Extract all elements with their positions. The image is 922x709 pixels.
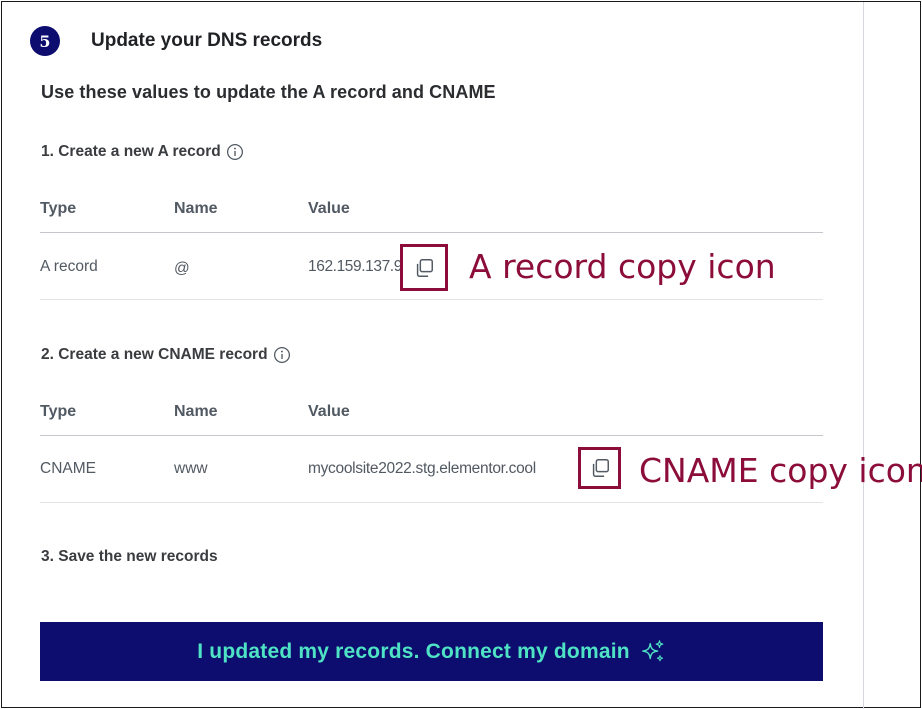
cname-row-divider — [40, 502, 823, 503]
a-record-section-label: 1. Create a new A record — [41, 143, 244, 161]
a-row-value: 162.159.137.9 — [308, 258, 402, 275]
cname-col-name: Name — [174, 403, 218, 420]
a-row-type: A record — [40, 258, 98, 275]
save-records-label: 3. Save the new records — [41, 548, 218, 565]
info-icon[interactable] — [273, 346, 291, 364]
copy-icon — [592, 459, 609, 477]
step-header: 5 Update your DNS records — [30, 26, 322, 56]
a-col-name: Name — [174, 200, 218, 217]
a-record-section-title: 1. Create a new A record — [41, 143, 221, 160]
cname-annotation: CNAME copy icon — [639, 451, 922, 490]
cname-row-name: www — [174, 460, 208, 477]
a-record-annotation: A record copy icon — [469, 247, 776, 286]
step-number-badge: 5 — [30, 26, 60, 56]
connect-domain-button[interactable]: I updated my records. Connect my domain — [40, 622, 823, 681]
cname-row-value: mycoolsite2022.stg.elementor.cool — [308, 460, 536, 477]
sparkle-icon — [641, 639, 664, 661]
cname-col-type: Type — [40, 403, 77, 420]
step-title: Update your DNS records — [91, 30, 323, 51]
a-col-type: Type — [40, 200, 77, 217]
a-record-copy-button[interactable] — [400, 244, 448, 291]
copy-icon — [416, 258, 433, 277]
a-col-value: Value — [308, 200, 350, 217]
connect-domain-label: I updated my records. Connect my domain — [197, 639, 630, 663]
a-header-divider — [40, 232, 823, 233]
cname-row-type: CNAME — [40, 460, 96, 477]
info-icon[interactable] — [226, 143, 244, 161]
cname-copy-button[interactable] — [578, 447, 621, 489]
intro-text: Use these values to update the A record … — [41, 82, 496, 102]
a-row-name: @ — [174, 260, 190, 277]
panel-divider — [863, 2, 864, 709]
dns-panel: 5 Update your DNS records Use these valu… — [1, 1, 922, 709]
a-row-divider — [40, 299, 823, 300]
cname-section-label: 2. Create a new CNAME record — [41, 346, 291, 364]
cname-section-title: 2. Create a new CNAME record — [41, 346, 268, 363]
cname-header-divider — [40, 435, 823, 436]
cname-col-value: Value — [308, 403, 350, 420]
